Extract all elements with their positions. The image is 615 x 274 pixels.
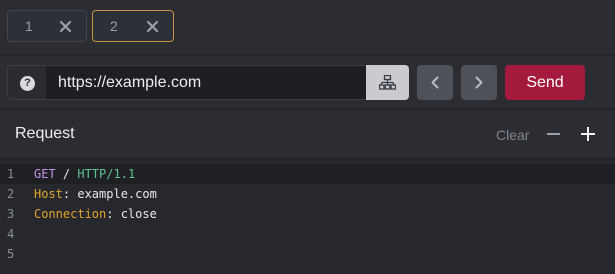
header-value: : example.com [62,187,157,201]
send-button[interactable]: Send [505,65,585,100]
tab-label: 2 [110,18,118,34]
line-number: 5 [7,247,15,261]
code-text: GET / HTTP/1.1 [34,164,135,184]
header-key: Connection [34,207,107,221]
header-value: : close [106,207,157,221]
http-client-app: 1 2 ? https://example.com Send Request C… [0,0,615,274]
editor-line[interactable]: 4 [0,224,615,244]
line-number: 4 [7,227,15,241]
add-plus-icon[interactable] [581,127,595,141]
previous-button[interactable] [417,65,453,100]
collapse-minus-icon[interactable] [547,133,560,135]
http-protocol: HTTP/1.1 [77,167,136,181]
tab-label: 1 [25,18,33,34]
code-text: Host: example.com [34,184,157,204]
network-button[interactable] [366,65,409,100]
chevron-left-icon [430,76,440,89]
http-method: GET [34,167,56,181]
line-number: 1 [7,167,15,181]
editor-line[interactable]: 2 Host: example.com [0,184,615,204]
tab-bar: 1 2 [0,0,615,54]
request-header: Request Clear [0,111,615,158]
editor-line[interactable]: 5 [0,244,615,264]
chevron-right-icon [474,76,484,89]
close-icon[interactable] [59,20,72,33]
editor-line[interactable]: 3 Connection: close [0,204,615,224]
next-button[interactable] [461,65,497,100]
line-number: 3 [7,207,15,221]
request-path: / [55,167,78,181]
network-icon [378,74,397,90]
clear-button[interactable]: Clear [496,127,529,143]
panel-title: Request [15,125,75,142]
editor-line[interactable]: 1 GET / HTTP/1.1 [0,164,615,184]
close-icon[interactable] [146,20,159,33]
tab-2[interactable]: 2 [92,10,174,42]
line-number: 2 [7,187,15,201]
code-text: Connection: close [34,204,157,224]
header-key: Host [34,187,63,201]
url-bar: ? https://example.com Send [0,56,615,108]
request-editor[interactable]: 1 GET / HTTP/1.1 2 Host: example.com 3 C… [0,160,615,274]
tab-1[interactable]: 1 [7,10,87,42]
help-icon: ? [20,76,35,91]
url-input[interactable] [46,65,366,100]
help-button[interactable]: ? [7,65,46,100]
